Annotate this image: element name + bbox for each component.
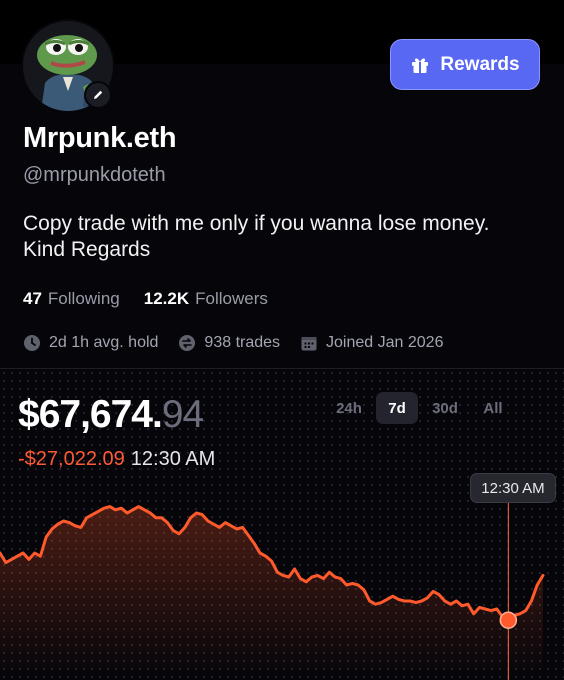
range-30d-tab[interactable]: 30d: [424, 392, 466, 424]
chart-area-fill: [0, 506, 543, 680]
rewards-button[interactable]: Rewards: [390, 39, 540, 90]
gift-icon: [412, 58, 429, 73]
edit-avatar-button[interactable]: [84, 81, 112, 109]
followers-count: 12.2K: [143, 289, 190, 308]
avg-hold-text: 2d 1h avg. hold: [49, 334, 159, 351]
profile-handle: @mrpunkdoteth: [23, 164, 166, 186]
time-range-selector: 24h 7d 30d All: [328, 392, 514, 424]
pnl-change-amount: -$27,022.09: [18, 448, 125, 470]
profile-bio: Copy trade with me only if you wanna los…: [23, 211, 553, 263]
rewards-button-label: Rewards: [440, 53, 520, 75]
following-label: Following: [47, 289, 120, 308]
followers-link[interactable]: 12.2K Followers: [144, 289, 268, 309]
bio-line: Kind Regards: [23, 238, 151, 261]
bio-line: Copy trade with me only if you wanna los…: [23, 212, 490, 235]
joined-text: Joined Jan 2026: [326, 334, 444, 351]
trading-meta: 2d 1h avg. hold 938 trades Joined Jan 20…: [23, 334, 443, 352]
following-link[interactable]: 47 Following: [23, 289, 120, 309]
pencil-icon: [94, 90, 103, 99]
chart-tooltip: 12:30 AM: [470, 473, 556, 503]
clock-icon: [24, 335, 40, 351]
portfolio-balance: $67,674.94: [18, 393, 204, 437]
chart-marker-point[interactable]: [499, 611, 518, 629]
trades-item: 938 trades: [178, 334, 280, 352]
follow-stats: 47 Following 12.2K Followers: [23, 289, 268, 309]
following-count: 47: [23, 289, 42, 308]
balance-cents: 94: [161, 393, 204, 436]
calendar-icon: [301, 337, 317, 351]
balance-main: $67,674.: [18, 393, 163, 436]
avg-hold-item: 2d 1h avg. hold: [23, 334, 158, 352]
swap-icon: [179, 335, 196, 351]
trades-text: 938 trades: [204, 334, 281, 351]
range-24h-tab[interactable]: 24h: [328, 392, 370, 424]
range-all-tab[interactable]: All: [472, 392, 514, 424]
profile-display-name: Mrpunk.eth: [23, 122, 177, 154]
pnl-change: -$27,022.09 12:30 AM: [18, 448, 215, 471]
followers-label: Followers: [195, 289, 268, 308]
range-7d-tab[interactable]: 7d: [376, 392, 418, 424]
joined-item: Joined Jan 2026: [300, 334, 443, 352]
pnl-change-time: 12:30 AM: [130, 448, 216, 470]
